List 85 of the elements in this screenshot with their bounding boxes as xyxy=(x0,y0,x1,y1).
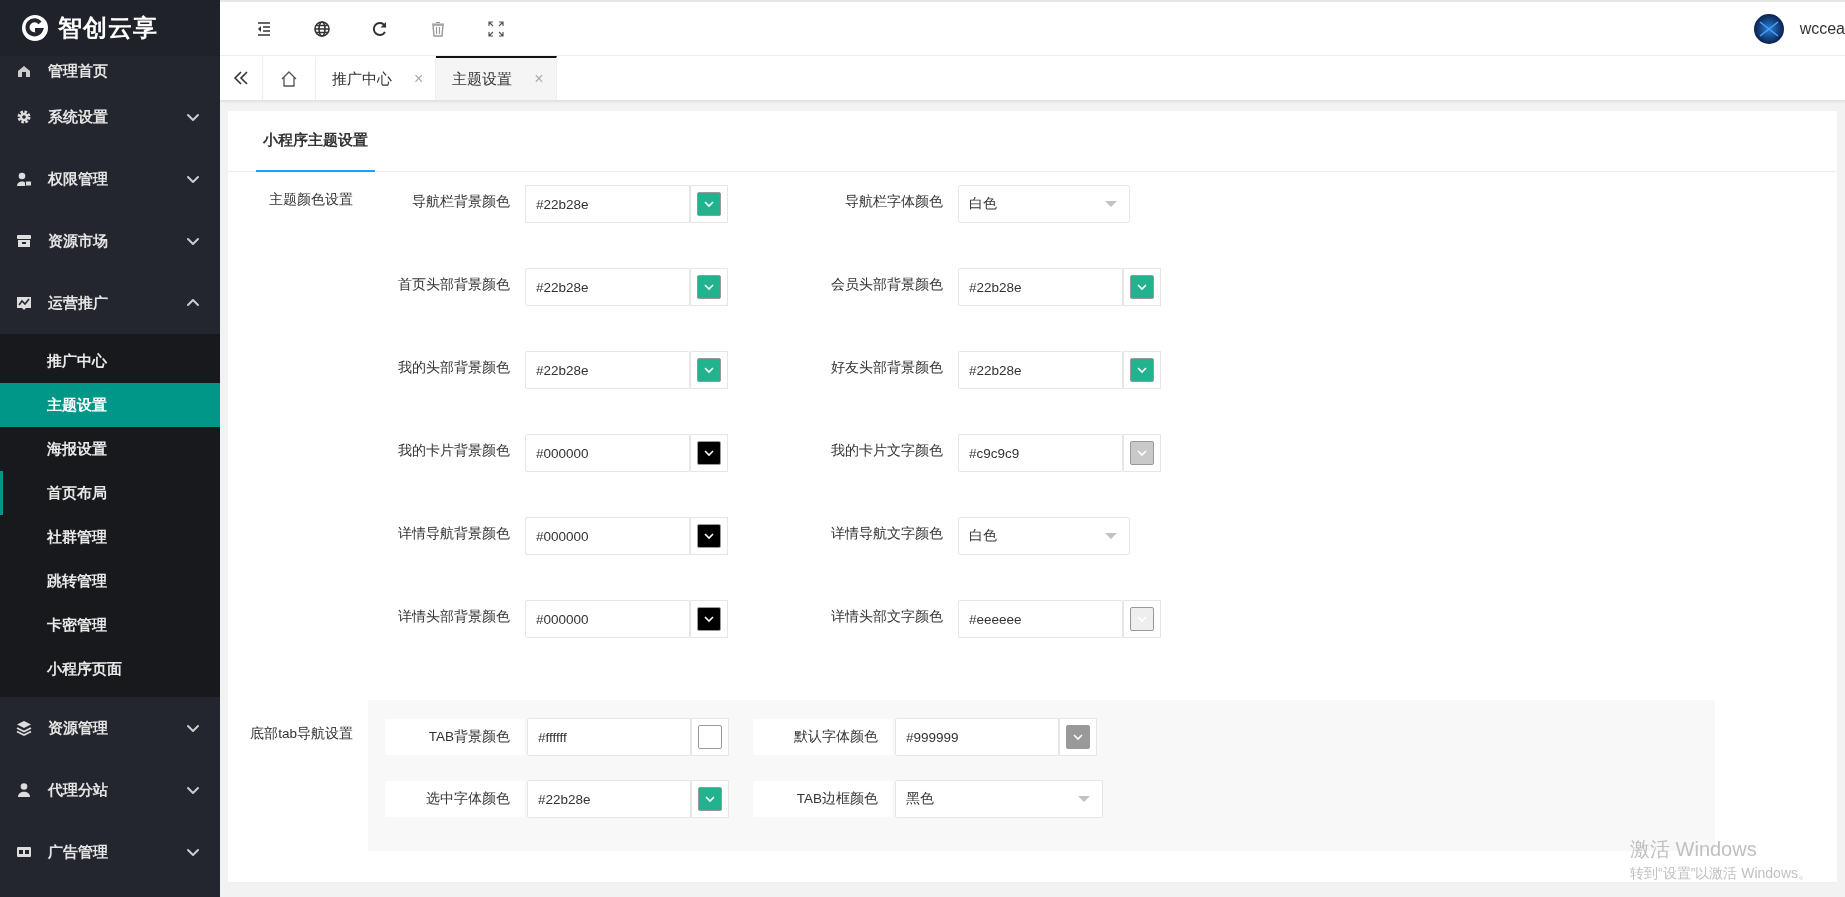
user-lock-icon xyxy=(16,171,32,187)
store-icon xyxy=(16,233,32,249)
settings-tab[interactable]: 小程序主题设置 xyxy=(256,111,375,172)
field-label: 会员头部背景颜色 xyxy=(830,276,944,294)
color-input[interactable]: #22b28e xyxy=(525,351,690,389)
activation-text: 转到“设置”以激活 Windows。 xyxy=(1630,865,1812,883)
submenu-item[interactable]: 海报设置 xyxy=(0,427,220,471)
color-input[interactable]: #c9c9c9 xyxy=(958,434,1123,472)
fullscreen-icon xyxy=(486,18,506,39)
color-picker-button[interactable] xyxy=(690,185,728,223)
field-label: 选中字体颜色 xyxy=(385,781,525,817)
color-picker-button[interactable] xyxy=(691,780,729,818)
color-input[interactable]: #000000 xyxy=(525,434,690,472)
logo-text: 智创云享 xyxy=(58,13,158,43)
section-label: 主题颜色设置 xyxy=(268,191,354,209)
sidebar-item[interactable]: 广告管理 xyxy=(0,821,220,883)
color-input[interactable]: #22b28e xyxy=(958,268,1123,306)
select-field[interactable]: 白色 xyxy=(958,517,1130,555)
color-input[interactable]: #22b28e xyxy=(525,185,690,223)
field-label: 详情头部背景颜色 xyxy=(397,608,511,626)
field-label: 我的卡片文字颜色 xyxy=(830,442,944,460)
color-picker-button[interactable] xyxy=(690,351,728,389)
caret-icon xyxy=(1078,795,1090,803)
color-input[interactable]: #22b28e xyxy=(525,268,690,306)
caret-icon xyxy=(1105,200,1117,208)
submenu-item[interactable]: 小程序页面 xyxy=(0,647,220,691)
logo-icon xyxy=(20,13,50,43)
person-icon xyxy=(16,782,32,798)
color-picker-button[interactable] xyxy=(1123,268,1161,306)
section-label: 底部tab导航设置 xyxy=(249,725,354,743)
color-picker-button[interactable] xyxy=(690,517,728,555)
globe-icon xyxy=(312,18,332,39)
house-icon xyxy=(16,63,32,79)
activation-title: 激活 Windows xyxy=(1630,837,1758,862)
field-label: TAB边框颜色 xyxy=(753,781,893,817)
gear-icon xyxy=(16,109,32,125)
field-label: 首页头部背景颜色 xyxy=(397,276,511,294)
submenu-item[interactable]: 社群管理 xyxy=(0,515,220,559)
sidebar-item[interactable]: 权限管理 xyxy=(0,148,220,210)
submenu-item[interactable]: 主题设置 xyxy=(0,383,220,427)
label-icon xyxy=(16,844,32,860)
submenu-item[interactable]: 推广中心 xyxy=(0,339,220,383)
color-picker-button[interactable] xyxy=(690,268,728,306)
field-label: 默认字体颜色 xyxy=(753,719,893,755)
color-input[interactable]: #000000 xyxy=(525,600,690,638)
color-input[interactable]: #999999 xyxy=(895,718,1059,756)
sidebar-item[interactable]: 代理分站 xyxy=(0,759,220,821)
color-picker-button[interactable] xyxy=(690,434,728,472)
color-picker-button[interactable] xyxy=(690,600,728,638)
sidebar-item[interactable]: 运营推广 xyxy=(0,272,220,334)
field-label: 详情导航文字颜色 xyxy=(830,525,944,543)
chart-icon xyxy=(16,295,32,311)
select-field[interactable]: 黑色 xyxy=(895,780,1103,818)
sidebar-item[interactable]: 资源市场 xyxy=(0,210,220,272)
field-label: 我的头部背景颜色 xyxy=(397,359,511,377)
submenu-item[interactable]: 跳转管理 xyxy=(0,559,220,603)
color-input[interactable]: #22b28e xyxy=(527,780,691,818)
field-label: 详情头部文字颜色 xyxy=(830,608,944,626)
submenu-item[interactable]: 卡密管理 xyxy=(0,603,220,647)
color-input[interactable]: #eeeeee xyxy=(958,600,1123,638)
field-label: 导航栏背景颜色 xyxy=(411,193,511,211)
page-tab[interactable]: 主题设置 × xyxy=(436,56,557,100)
color-picker-button[interactable] xyxy=(691,718,729,756)
avatar-icon xyxy=(1753,13,1784,44)
field-label: 详情导航背景颜色 xyxy=(397,525,511,543)
color-input[interactable]: #22b28e xyxy=(958,351,1123,389)
select-field[interactable]: 白色 xyxy=(958,185,1130,223)
sidebar-item[interactable]: 系统设置 xyxy=(0,86,220,148)
house-icon xyxy=(279,69,299,89)
field-label: TAB背景颜色 xyxy=(385,719,525,755)
caret-icon xyxy=(1105,532,1117,540)
double-chevron-icon xyxy=(232,69,250,87)
color-picker-button[interactable] xyxy=(1059,718,1097,756)
field-label: 好友头部背景颜色 xyxy=(830,359,944,377)
color-picker-button[interactable] xyxy=(1123,600,1161,638)
field-label: 我的卡片背景颜色 xyxy=(397,442,511,460)
color-picker-button[interactable] xyxy=(1123,351,1161,389)
color-input[interactable]: #ffffff xyxy=(527,718,691,756)
sidebar-item[interactable]: 管理首页 xyxy=(0,56,220,86)
layers-icon xyxy=(16,720,32,736)
color-input[interactable]: #000000 xyxy=(525,517,690,555)
color-picker-button[interactable] xyxy=(1123,434,1161,472)
field-label: 导航栏字体颜色 xyxy=(844,193,944,211)
sidebar-item[interactable]: 资源管理 xyxy=(0,697,220,759)
user-name[interactable]: wccea xyxy=(1799,19,1845,38)
